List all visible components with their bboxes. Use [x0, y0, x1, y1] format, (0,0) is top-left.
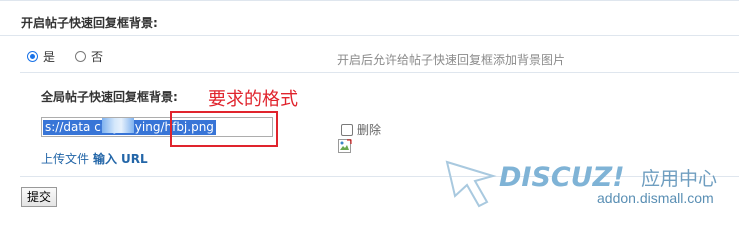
setting-title: 开启帖子快速回复框背景:: [21, 16, 158, 30]
submit-button[interactable]: 提交: [21, 187, 57, 207]
delete-label: 删除: [357, 123, 382, 137]
input-link[interactable]: 输入: [93, 152, 117, 166]
option-yes-label: 是: [43, 50, 56, 64]
divider: [20, 72, 739, 73]
radio-yes[interactable]: [27, 51, 38, 62]
global-bg-title: 全局帖子快速回复框背景:: [41, 90, 178, 104]
option-no[interactable]: 否: [75, 46, 103, 65]
broken-image-icon: [338, 139, 352, 153]
format-highlight-box: [170, 111, 278, 147]
redaction-blur: [102, 118, 134, 133]
watermark-app-center: 应用中心: [641, 168, 717, 190]
watermark-brand: DISCUZ!: [499, 162, 625, 193]
divider: [0, 0, 739, 1]
setting-tip: 开启后允许给帖子快速回复框添加背景图片: [337, 53, 566, 67]
option-yes[interactable]: 是: [27, 46, 55, 65]
delete-checkbox[interactable]: [341, 123, 353, 136]
format-annotation: 要求的格式: [208, 89, 298, 110]
radio-no[interactable]: [75, 51, 86, 62]
divider: [0, 35, 739, 36]
url-link[interactable]: URL: [121, 152, 148, 166]
option-no-label: 否: [91, 50, 104, 64]
watermark-url: addon.dismall.com: [597, 190, 714, 206]
upload-file-link[interactable]: 上传文件: [41, 152, 89, 166]
delete-option[interactable]: 删除: [341, 121, 381, 138]
upload-links: 上传文件 输入 URL: [41, 150, 152, 167]
